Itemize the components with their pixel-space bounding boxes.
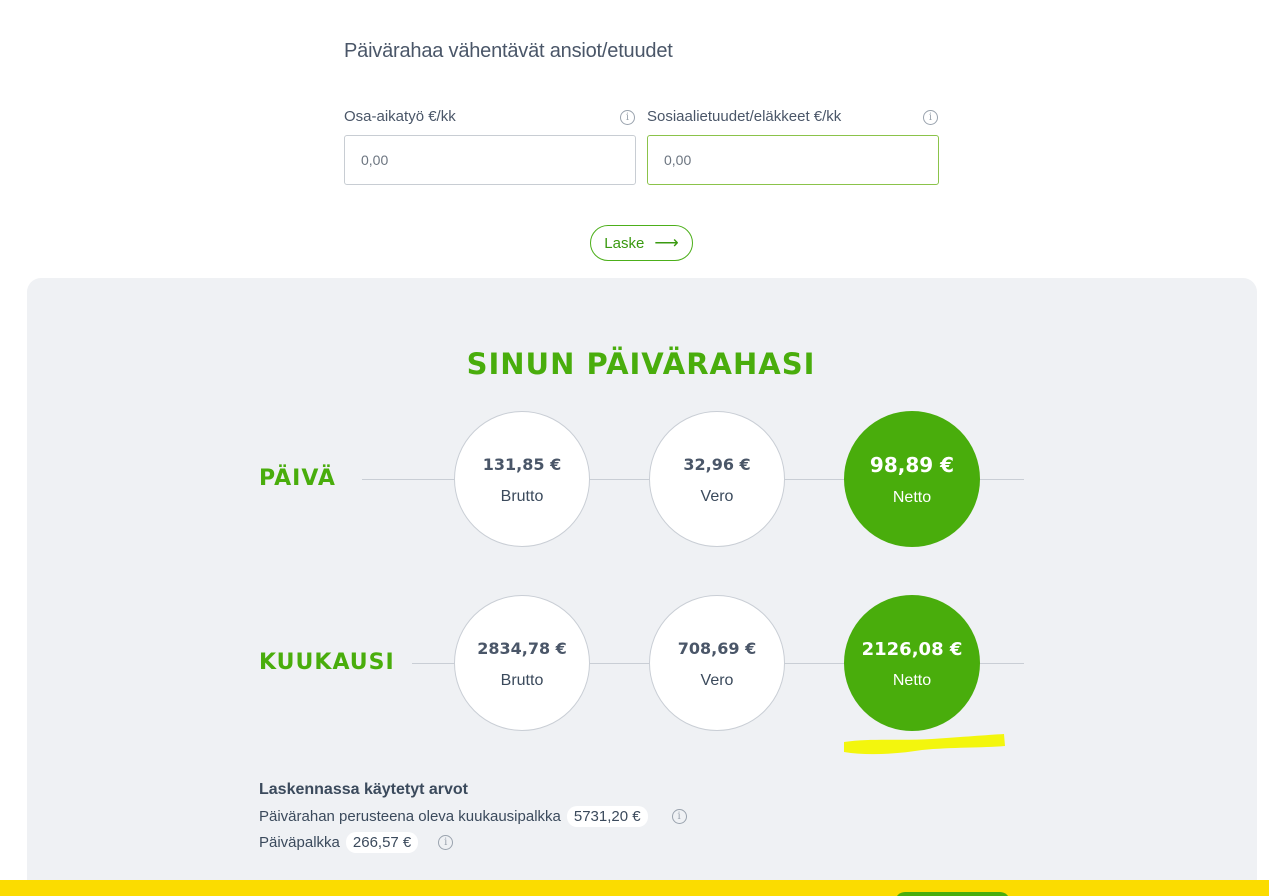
day-tax-amount: 32,96 € (683, 454, 751, 474)
part-time-input[interactable] (344, 135, 636, 185)
month-gross-caption: Brutto (500, 671, 544, 689)
day-gross-amount: 131,85 € (482, 454, 562, 474)
monthly-salary-info-icon[interactable]: i (671, 809, 687, 824)
daily-salary-label: Päiväpalkka (259, 834, 340, 851)
calculate-label: Laske (604, 234, 645, 252)
part-time-info-icon[interactable]: i (620, 110, 635, 125)
month-tax-caption: Vero (700, 671, 734, 689)
used-values-title: Laskennassa käytetyt arvot (259, 781, 468, 798)
bottom-bar-button[interactable] (895, 892, 1010, 896)
monthly-salary-row: Päivärahan perusteena oleva kuukausipalk… (259, 806, 687, 827)
day-tax-circle: 32,96 € Vero (649, 411, 785, 547)
daily-salary-info-icon[interactable]: i (438, 835, 454, 850)
month-net-amount: 2126,08 € (861, 638, 963, 660)
day-gross-caption: Brutto (500, 487, 544, 505)
benefits-input[interactable] (647, 135, 939, 185)
calculate-button[interactable]: Laske ⟶ (590, 225, 693, 261)
day-tax-caption: Vero (700, 487, 734, 505)
part-time-label: Osa-aikatyö €/kk (344, 108, 456, 125)
bottom-bar (0, 880, 1269, 896)
month-net-caption: Netto (892, 671, 932, 689)
day-net-amount: 98,89 € (869, 453, 955, 477)
day-net-circle: 98,89 € Netto (844, 411, 980, 547)
monthly-salary-value: 5731,20 € (566, 806, 648, 827)
month-tax-amount: 708,69 € (677, 638, 757, 658)
month-row-label: KUUKAUSI (259, 650, 395, 675)
benefits-label: Sosiaalietuudet/eläkkeet €/kk (647, 108, 842, 125)
daily-salary-value: 266,57 € (345, 832, 419, 853)
month-gross-amount: 2834,78 € (477, 638, 567, 658)
day-net-caption: Netto (892, 489, 932, 506)
highlight-annotation (844, 734, 1005, 755)
monthly-salary-label: Päivärahan perusteena oleva kuukausipalk… (259, 808, 561, 825)
arrow-right-icon: ⟶ (654, 233, 679, 252)
benefits-info-icon[interactable]: i (923, 110, 938, 125)
day-gross-circle: 131,85 € Brutto (454, 411, 590, 547)
month-gross-circle: 2834,78 € Brutto (454, 595, 590, 731)
results-title: SINUN PÄIVÄRAHASI (466, 347, 816, 381)
day-row-label: PÄIVÄ (259, 466, 336, 491)
section-title: Päivärahaa vähentävät ansiot/etuudet (344, 40, 673, 62)
month-net-circle: 2126,08 € Netto (844, 595, 980, 731)
month-tax-circle: 708,69 € Vero (649, 595, 785, 731)
daily-salary-row: Päiväpalkka 266,57 € i (259, 832, 454, 853)
